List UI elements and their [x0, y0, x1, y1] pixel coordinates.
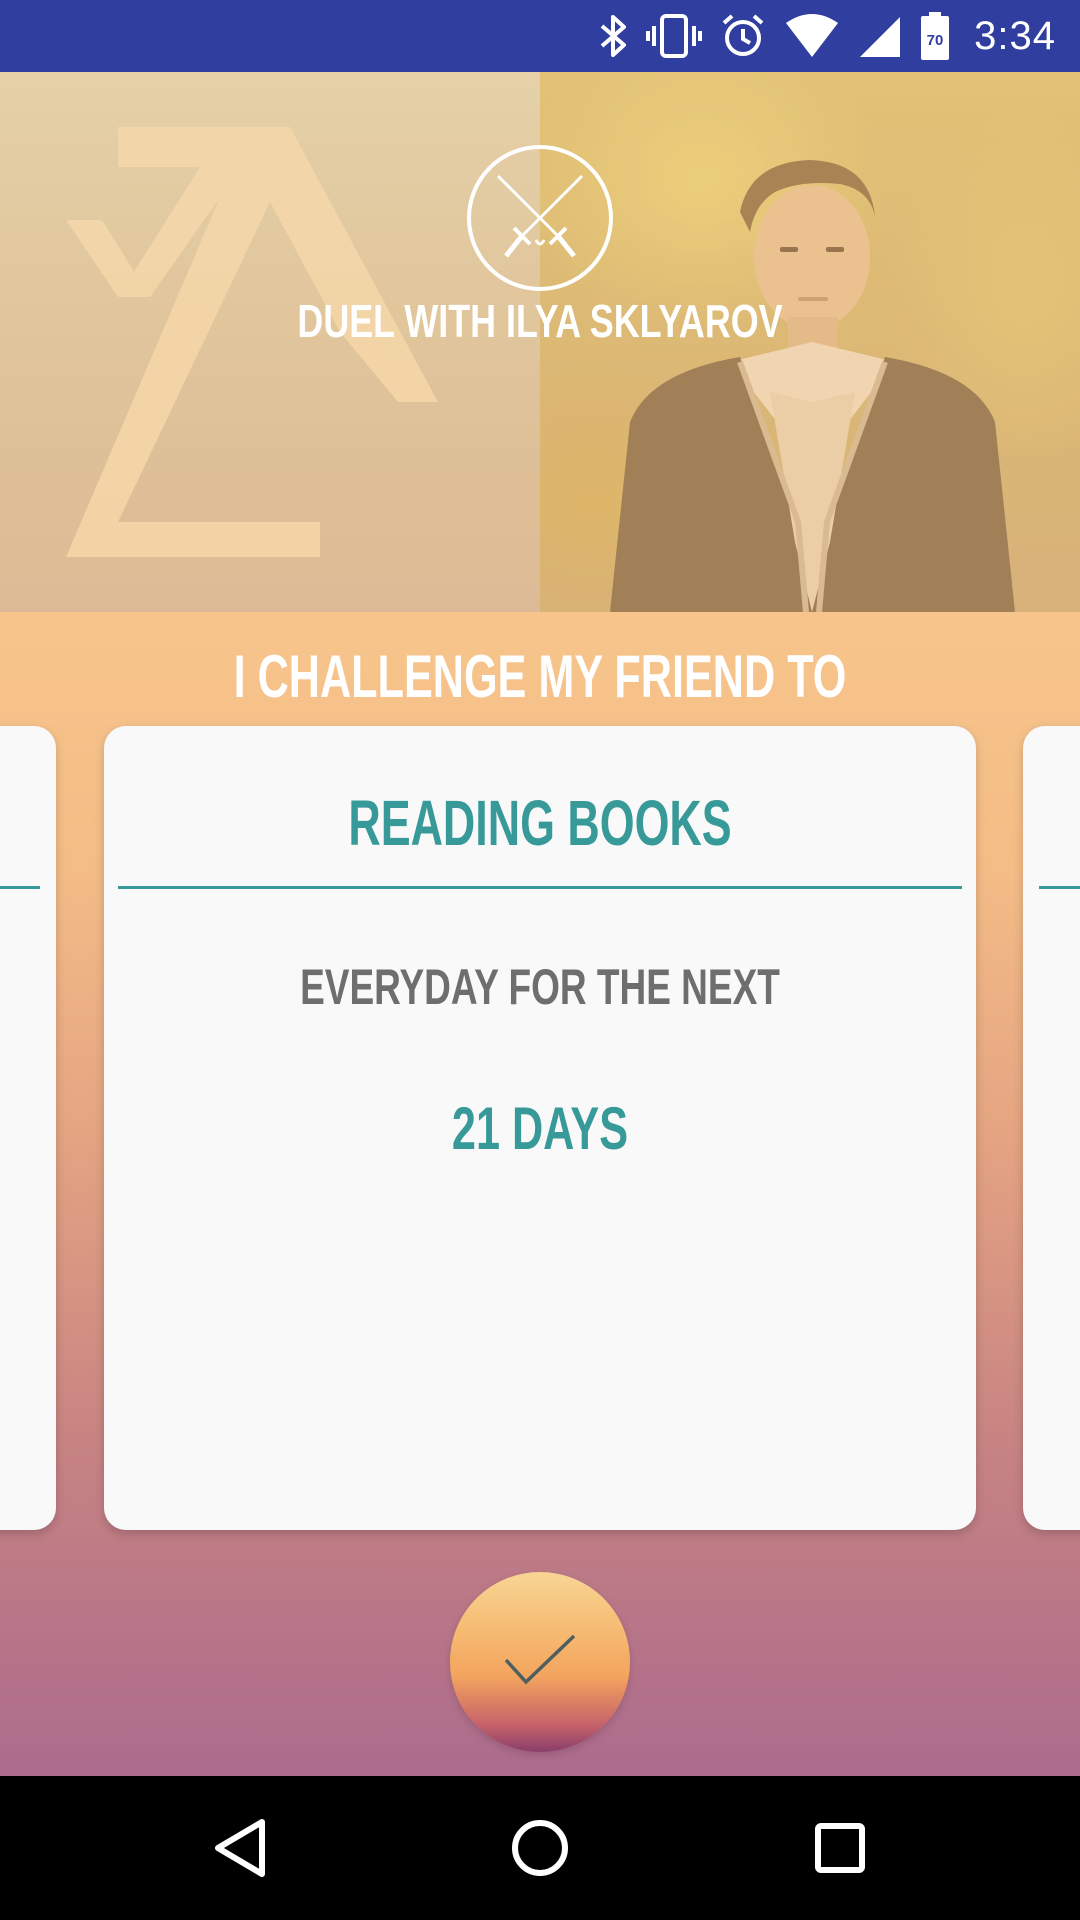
checkmark-icon — [504, 1634, 576, 1685]
back-icon[interactable] — [204, 1812, 276, 1884]
crossed-swords-icon — [467, 145, 613, 291]
duel-title: DUEL WITH ILYA SKLYAROV — [297, 295, 783, 347]
battery-icon: 70 — [921, 12, 950, 60]
recents-icon[interactable] — [804, 1812, 876, 1884]
home-icon[interactable] — [504, 1812, 576, 1884]
card-divider — [118, 886, 962, 889]
previous-activity-card[interactable] — [0, 726, 56, 1530]
bluetooth-icon — [600, 15, 627, 57]
status-bar: 70 3:34 — [0, 0, 1080, 72]
vibrate-icon — [646, 14, 703, 58]
confirm-button[interactable] — [450, 1572, 630, 1752]
card-divider — [1039, 886, 1080, 889]
frequency-label: EVERYDAY FOR THE NEXT — [300, 959, 780, 1015]
card-divider — [0, 886, 40, 889]
activity-title: READING BOOKS — [348, 787, 732, 859]
wifi-icon — [786, 14, 839, 57]
challenge-heading: I CHALLENGE MY FRIEND TO — [233, 643, 847, 710]
cell-signal-icon — [860, 17, 901, 57]
navigation-bar — [0, 1776, 1080, 1920]
alarm-icon — [722, 14, 764, 56]
challenge-panel: I CHALLENGE MY FRIEND TO READING BOOKS E… — [0, 612, 1080, 1776]
duration-value[interactable]: 21 DAYS — [226, 1094, 854, 1163]
screen: 70 3:34 DUEL WITH ILYA SKLYAROV I CHALLE… — [0, 0, 1080, 1920]
duel-header: DUEL WITH ILYA SKLYAROV — [0, 72, 1080, 612]
status-icons: 70 3:34 — [598, 0, 1056, 72]
activity-card[interactable]: READING BOOKS EVERYDAY FOR THE NEXT 21 D… — [104, 726, 976, 1530]
battery-level: 70 — [927, 32, 944, 49]
next-activity-card[interactable] — [1023, 726, 1080, 1530]
status-time: 3:34 — [974, 13, 1056, 58]
